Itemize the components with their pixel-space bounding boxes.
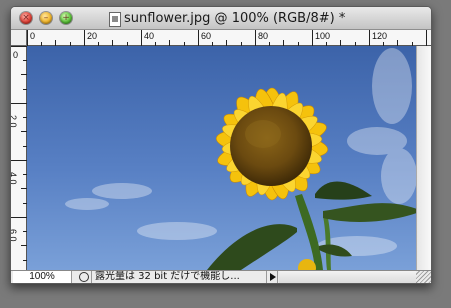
image-canvas[interactable] bbox=[27, 46, 416, 270]
ruler-label-v20: 2 0 bbox=[11, 115, 18, 128]
status-bar: 100% 露光量は 32 bit だけで機能し... bbox=[11, 270, 431, 283]
status-info-icon[interactable] bbox=[77, 271, 92, 283]
status-menu-arrow-icon[interactable] bbox=[266, 271, 278, 283]
ruler-label-v0: 0 bbox=[13, 50, 18, 60]
window-title: sunflower.jpg @ 100% (RGB/8#) * bbox=[124, 11, 346, 26]
close-icon: × bbox=[22, 13, 30, 23]
ruler-label-100: 100 bbox=[315, 31, 330, 41]
ruler-label-20: 20 bbox=[87, 31, 97, 41]
ruler-label-60: 60 bbox=[201, 31, 211, 41]
ruler-label-120: 120 bbox=[372, 31, 387, 41]
ruler-origin-corner[interactable] bbox=[11, 30, 27, 46]
ruler-label-v60: 6 0 bbox=[11, 229, 18, 242]
minimize-window-button[interactable]: – bbox=[40, 12, 52, 24]
close-window-button[interactable]: × bbox=[20, 12, 32, 24]
title-bar[interactable]: × – + sunflower.jpg @ 100% (RGB/8#) * bbox=[11, 7, 431, 30]
sunflower-image bbox=[65, 48, 416, 270]
horizontal-ruler[interactable]: 0 20 40 60 80 100 120 bbox=[27, 30, 431, 46]
vertical-ruler[interactable]: 0 2 0 4 0 6 0 bbox=[11, 46, 27, 270]
leaf-right bbox=[323, 203, 416, 222]
minimize-icon: – bbox=[43, 13, 49, 23]
ruler-label-80: 80 bbox=[258, 31, 268, 41]
zoom-level-field[interactable]: 100% bbox=[13, 271, 72, 283]
ruler-label-v40: 4 0 bbox=[11, 172, 18, 185]
stem bbox=[295, 194, 323, 270]
horizontal-scrollbar[interactable] bbox=[279, 271, 416, 283]
vertical-scrollbar[interactable] bbox=[416, 46, 431, 270]
status-message: 露光量は 32 bit だけで機能し... bbox=[95, 271, 240, 282]
document-proxy-icon[interactable] bbox=[109, 12, 121, 27]
resize-grip[interactable] bbox=[416, 271, 431, 283]
zoom-icon: + bbox=[62, 13, 70, 23]
leaf-left bbox=[207, 224, 297, 270]
document-window: × – + sunflower.jpg @ 100% (RGB/8#) * 0 … bbox=[10, 6, 432, 284]
horizontal-ruler-ticks: 0 20 40 60 80 100 120 bbox=[27, 30, 427, 46]
zoom-window-button[interactable]: + bbox=[60, 12, 72, 24]
ruler-label-0: 0 bbox=[30, 31, 35, 41]
ruler-label-40: 40 bbox=[144, 31, 154, 41]
vertical-ruler-ticks: 0 2 0 4 0 6 0 bbox=[11, 46, 27, 261]
